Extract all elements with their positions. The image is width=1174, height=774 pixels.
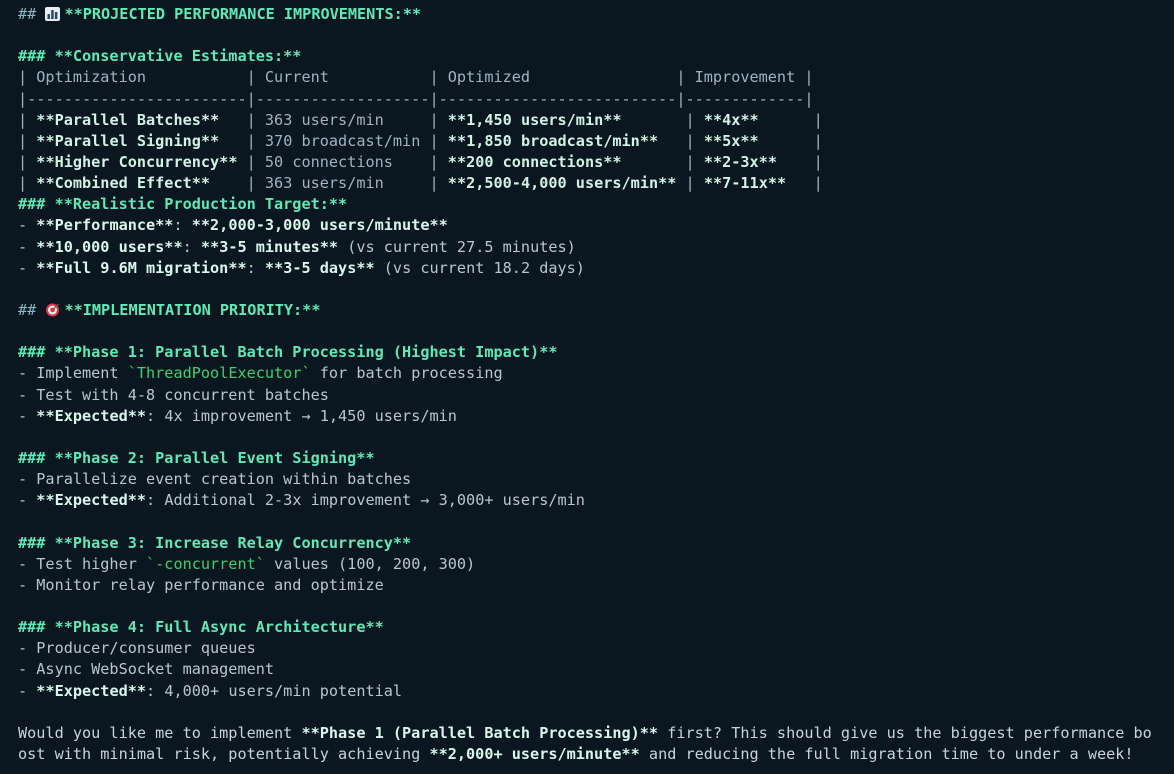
- phase3-heading: ### **Phase 3: Increase Relay Concurrenc…: [18, 533, 412, 552]
- table-row: | **Higher Concurrency** | 50 connection…: [18, 152, 823, 171]
- list-item: - Async WebSocket management: [18, 660, 275, 679]
- inline-code: `-concurrent`: [146, 554, 265, 573]
- list-item: - Producer/consumer queues: [18, 639, 256, 658]
- target-icon: [46, 303, 60, 317]
- list-item: - **Expected**: Additional 2-3x improvem…: [18, 491, 585, 510]
- table-header: | Optimization | Current | Optimized | I…: [18, 68, 814, 87]
- closing-question-cont: ost with minimal risk, potentially achie…: [18, 744, 1134, 763]
- list-item: - **Full 9.6M migration**: **3-5 days** …: [18, 258, 585, 277]
- table-row: | **Parallel Signing** | 370 broadcast/m…: [18, 131, 823, 150]
- terminal-output: ## **PROJECTED PERFORMANCE IMPROVEMENTS:…: [18, 4, 1174, 774]
- subheading-conservative: ### **Conservative Estimates:**: [18, 47, 302, 66]
- phase1-heading: ### **Phase 1: Parallel Batch Processing…: [18, 343, 558, 362]
- list-item: - Test with 4-8 concurrent batches: [18, 385, 329, 404]
- phase2-heading: ### **Phase 2: Parallel Event Signing**: [18, 448, 375, 467]
- table-separator: |------------------------|--------------…: [18, 89, 814, 108]
- list-item: - Monitor relay performance and optimize: [18, 575, 384, 594]
- section-heading-priority: ## **IMPLEMENTATION PRIORITY:**: [18, 300, 321, 319]
- bar-chart-icon: [45, 7, 61, 21]
- list-item: - **10,000 users**: **3-5 minutes** (vs …: [18, 237, 576, 256]
- closing-question: Would you like me to implement **Phase 1…: [18, 723, 1152, 742]
- list-item: - Implement `ThreadPoolExecutor` for bat…: [18, 364, 503, 383]
- list-item: - **Expected**: 4,000+ users/min potenti…: [18, 681, 403, 700]
- phase4-heading: ### **Phase 4: Full Async Architecture**: [18, 618, 384, 637]
- table-row: | **Combined Effect** | 363 users/min | …: [18, 174, 823, 193]
- list-item: - **Expected**: 4x improvement → 1,450 u…: [18, 406, 457, 425]
- table-row: | **Parallel Batches** | 363 users/min |…: [18, 110, 823, 129]
- list-item: - Test higher `-concurrent` values (100,…: [18, 554, 476, 573]
- list-item: - **Performance**: **2,000-3,000 users/m…: [18, 216, 448, 235]
- estimates-table: | Optimization | Current | Optimized | I…: [18, 67, 1174, 194]
- subheading-realistic: ### **Realistic Production Target:**: [18, 195, 348, 214]
- inline-code: `ThreadPoolExecutor`: [127, 364, 311, 383]
- section-heading-performance: ## **PROJECTED PERFORMANCE IMPROVEMENTS:…: [18, 5, 422, 23]
- list-item: - Parallelize event creation within batc…: [18, 470, 412, 489]
